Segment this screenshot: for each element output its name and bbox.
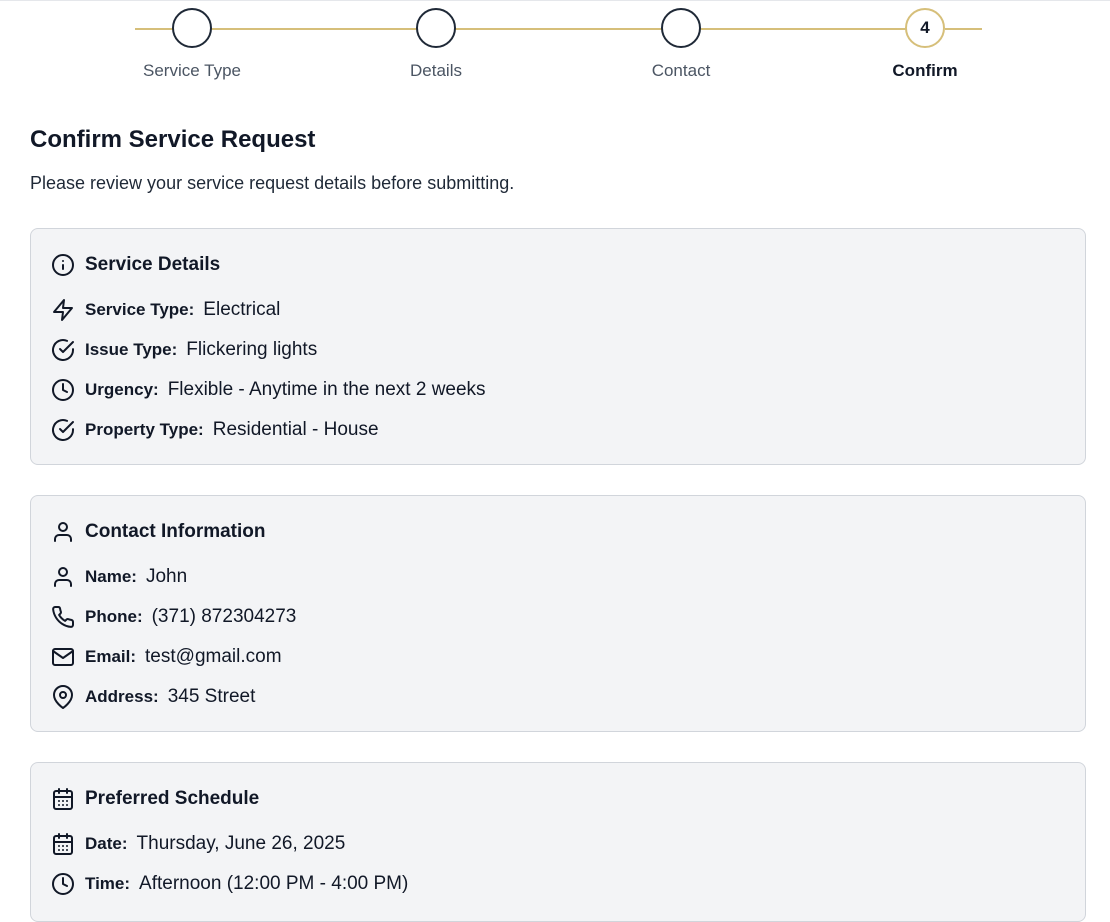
page-subtitle: Please review your service request detai… <box>30 173 515 193</box>
preferred-schedule-card: Preferred Schedule Date: Thursday, June … <box>30 762 1086 922</box>
detail-value: Electrical <box>203 299 281 320</box>
stepper-line <box>135 28 173 30</box>
step-number: 4 <box>920 18 930 37</box>
contact-row-phone: Phone: (371) 872304273 <box>51 605 296 629</box>
detail-label: Property Type: <box>85 420 204 439</box>
schedule-label: Time: <box>85 874 131 893</box>
section-title: Contact Information <box>85 521 266 542</box>
contact-value: test@gmail.com <box>145 646 282 667</box>
step-label-details[interactable]: Details <box>356 61 516 81</box>
progress-stepper: 4 Service Type Details Contact Confirm <box>0 0 1110 100</box>
calendar-icon <box>51 787 75 811</box>
preferred-schedule-header: Preferred Schedule <box>51 787 259 811</box>
step-label-contact[interactable]: Contact <box>601 61 761 81</box>
contact-information-card: Contact Information Name: John Phone: (3… <box>30 495 1086 732</box>
page-title: Confirm Service Request <box>30 126 316 153</box>
section-title: Service Details <box>85 254 221 275</box>
detail-row-property-type: Property Type: Residential - House <box>51 418 379 442</box>
contact-value: John <box>145 566 188 587</box>
detail-value: Residential - House <box>212 419 379 440</box>
service-details-header: Service Details <box>51 253 220 277</box>
schedule-value: Thursday, June 26, 2025 <box>136 833 346 854</box>
contact-label: Email: <box>85 647 137 666</box>
stepper-line <box>700 28 907 30</box>
step-label-service-type[interactable]: Service Type <box>112 61 272 81</box>
detail-row-urgency: Urgency: Flexible - Anytime in the next … <box>51 378 486 402</box>
contact-row-email: Email: test@gmail.com <box>51 645 282 669</box>
schedule-row-date: Date: Thursday, June 26, 2025 <box>51 832 345 856</box>
phone-icon <box>51 605 75 629</box>
step-circle-contact[interactable] <box>661 8 701 48</box>
calendar-icon <box>51 832 75 856</box>
mail-icon <box>51 645 75 669</box>
contact-row-address: Address: 345 Street <box>51 685 255 709</box>
detail-value: Flickering lights <box>186 339 318 360</box>
stepper-line <box>211 28 417 30</box>
contact-row-name: Name: John <box>51 565 187 589</box>
schedule-value: Afternoon (12:00 PM - 4:00 PM) <box>139 873 409 894</box>
clock-icon <box>51 378 75 402</box>
contact-value: 345 Street <box>167 686 256 707</box>
check-circle-icon <box>51 338 75 362</box>
user-icon <box>51 565 75 589</box>
clock-icon <box>51 872 75 896</box>
service-details-card: Service Details Service Type: Electrical… <box>30 228 1086 465</box>
contact-information-header: Contact Information <box>51 520 266 544</box>
detail-label: Urgency: <box>85 380 159 399</box>
map-pin-icon <box>51 685 75 709</box>
section-title: Preferred Schedule <box>85 788 260 809</box>
detail-label: Issue Type: <box>85 340 178 359</box>
detail-label: Service Type: <box>85 300 195 319</box>
bolt-icon <box>51 298 75 322</box>
step-circle-details[interactable] <box>416 8 456 48</box>
detail-value: Flexible - Anytime in the next 2 weeks <box>167 379 486 400</box>
info-icon <box>51 253 75 277</box>
step-circle-service-type[interactable] <box>172 8 212 48</box>
contact-value: (371) 872304273 <box>151 606 297 627</box>
detail-row-issue-type: Issue Type: Flickering lights <box>51 338 317 362</box>
schedule-row-time: Time: Afternoon (12:00 PM - 4:00 PM) <box>51 872 408 896</box>
contact-label: Address: <box>85 687 159 706</box>
stepper-line <box>455 28 662 30</box>
check-circle-icon <box>51 418 75 442</box>
stepper-line <box>945 28 982 30</box>
contact-label: Name: <box>85 567 137 586</box>
schedule-label: Date: <box>85 834 128 853</box>
step-label-confirm[interactable]: Confirm <box>845 61 1005 81</box>
contact-label: Phone: <box>85 607 143 626</box>
step-circle-confirm[interactable]: 4 <box>905 8 945 48</box>
user-icon <box>51 520 75 544</box>
detail-row-service-type: Service Type: Electrical <box>51 298 280 322</box>
